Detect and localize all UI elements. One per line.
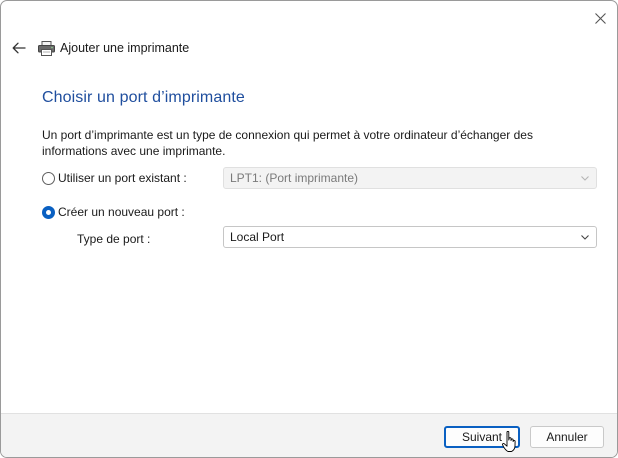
back-arrow-icon — [12, 42, 26, 54]
existing-port-radio[interactable] — [42, 171, 55, 185]
existing-port-option[interactable]: Utiliser un port existant : — [42, 171, 187, 185]
existing-port-label: Utiliser un port existant : — [58, 171, 187, 185]
port-type-label: Type de port : — [77, 232, 151, 246]
dialog-header: Ajouter une imprimante — [11, 37, 189, 59]
chevron-down-icon — [581, 235, 589, 240]
dialog-title: Ajouter une imprimante — [60, 41, 190, 55]
page-description: Un port d’imprimante est un type de conn… — [42, 128, 533, 158]
close-button[interactable] — [589, 7, 611, 29]
printer-icon — [38, 40, 56, 56]
new-port-option[interactable]: Créer un nouveau port : — [42, 205, 185, 219]
port-type-select[interactable]: Local Port — [223, 226, 597, 248]
port-type-value: Local Port — [230, 230, 285, 244]
back-button[interactable] — [11, 40, 27, 56]
dialog-footer: Suivant Annuler — [1, 413, 617, 457]
close-icon — [594, 12, 606, 24]
existing-port-value: LPT1: (Port imprimante) — [230, 171, 359, 185]
add-printer-dialog: Ajouter une imprimante Choisir un port d… — [0, 0, 618, 458]
new-port-label: Créer un nouveau port : — [58, 205, 185, 219]
chevron-down-icon — [581, 176, 589, 181]
cancel-button[interactable]: Annuler — [530, 426, 604, 448]
mouse-pointer-icon — [502, 431, 516, 452]
new-port-radio[interactable] — [42, 205, 55, 219]
page-heading: Choisir un port d’imprimante — [42, 89, 245, 106]
existing-port-select: LPT1: (Port imprimante) — [223, 167, 597, 189]
